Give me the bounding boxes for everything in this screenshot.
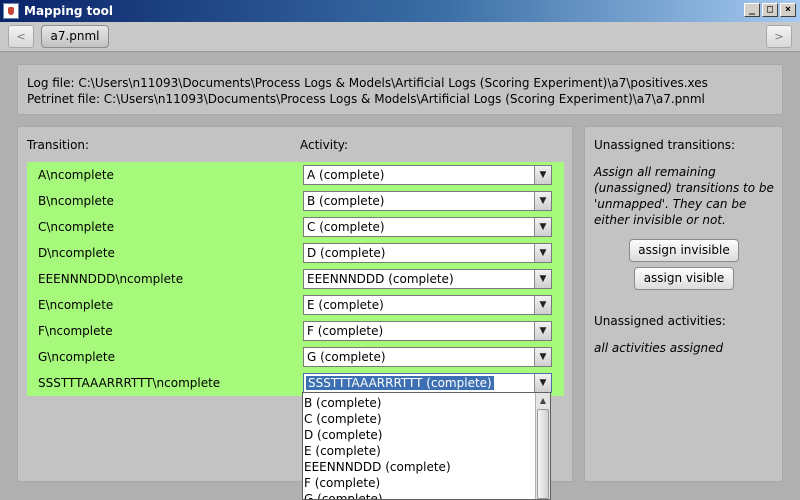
activity-select-value: G (complete)	[307, 350, 386, 364]
chevron-down-icon[interactable]: ▼	[534, 296, 551, 314]
transition-label: EEENNNDDD\ncomplete	[38, 272, 184, 286]
activity-select-value: A (complete)	[307, 168, 385, 182]
transition-label: A\ncomplete	[38, 168, 114, 182]
unassigned-transitions-header: Unassigned transitions:	[594, 138, 736, 152]
title-bar: Mapping tool _ □ ×	[0, 0, 800, 22]
activity-select-open[interactable]: SSSTTTAAARRRTTT (complete) ▼	[303, 373, 552, 393]
activity-select[interactable]: D (complete) ▼	[303, 243, 552, 263]
chevron-down-icon[interactable]: ▼	[534, 166, 551, 184]
chevron-down-icon[interactable]: ▼	[534, 218, 551, 236]
log-file-path: Log file: C:\Users\n11093\Documents\Proc…	[27, 76, 708, 90]
activity-select-value: D (complete)	[307, 246, 386, 260]
activity-select[interactable]: E (complete) ▼	[303, 295, 552, 315]
dropdown-option[interactable]: G (complete)	[304, 492, 383, 499]
activity-select-value: SSSTTTAAARRRTTT (complete)	[305, 375, 495, 391]
transition-label: G\ncomplete	[38, 350, 115, 364]
activity-select[interactable]: F (complete) ▼	[303, 321, 552, 341]
activity-select-value: C (complete)	[307, 220, 385, 234]
dropdown-option[interactable]: B (complete)	[304, 396, 381, 412]
transition-label: SSSTTTAAARRRTTT\ncomplete	[38, 376, 221, 390]
tab-a7-pnml[interactable]: a7.pnml	[41, 25, 109, 48]
minimize-button[interactable]: _	[744, 3, 760, 17]
java-app-icon	[3, 3, 19, 19]
unassigned-description: Assign all remaining (unassigned) transi…	[594, 165, 774, 227]
dropdown-scrollbar[interactable]: ▲	[535, 393, 550, 499]
activity-select[interactable]: EEENNNDDD (complete) ▼	[303, 269, 552, 289]
activity-select-value: EEENNNDDD (complete)	[307, 272, 454, 286]
chevron-down-icon[interactable]: ▼	[534, 348, 551, 366]
mapping-row: EEENNNDDD\ncomplete EEENNNDDD (complete)…	[27, 266, 564, 292]
maximize-button[interactable]: □	[762, 3, 778, 17]
chevron-down-icon[interactable]: ▼	[534, 322, 551, 340]
chevron-down-icon[interactable]: ▼	[534, 374, 551, 392]
mapping-row: C\ncomplete C (complete) ▼	[27, 214, 564, 240]
chevron-down-icon[interactable]: ▼	[534, 192, 551, 210]
next-tab-button[interactable]: >	[766, 25, 792, 48]
chevron-down-icon[interactable]: ▼	[534, 244, 551, 262]
dropdown-option[interactable]: F (complete)	[304, 476, 380, 492]
window-controls: _ □ ×	[744, 3, 796, 17]
unassigned-panel: Unassigned transitions: Assign all remai…	[584, 126, 783, 482]
petrinet-file-path: Petrinet file: C:\Users\n11093\Documents…	[27, 92, 705, 106]
dropdown-option[interactable]: E (complete)	[304, 444, 381, 460]
mapping-row: D\ncomplete D (complete) ▼	[27, 240, 564, 266]
activities-status: all activities assigned	[594, 341, 724, 355]
tab-strip: < a7.pnml >	[0, 22, 800, 52]
transition-label: B\ncomplete	[38, 194, 114, 208]
dropdown-option[interactable]: EEENNNDDD (complete)	[304, 460, 451, 476]
transition-label: D\ncomplete	[38, 246, 115, 260]
transition-label: F\ncomplete	[38, 324, 113, 338]
mapping-row: A\ncomplete A (complete) ▼	[27, 162, 564, 188]
assign-invisible-button[interactable]: assign invisible	[629, 239, 739, 262]
activity-dropdown-list: B (complete) C (complete) D (complete) E…	[302, 392, 551, 500]
transition-label: C\ncomplete	[38, 220, 115, 234]
arrow-up-icon[interactable]: ▲	[536, 393, 550, 408]
mapping-row: E\ncomplete E (complete) ▼	[27, 292, 564, 318]
prev-tab-button[interactable]: <	[8, 25, 34, 48]
unassigned-activities-header: Unassigned activities:	[594, 314, 726, 328]
activity-select[interactable]: A (complete) ▼	[303, 165, 552, 185]
dropdown-option[interactable]: D (complete)	[304, 428, 382, 444]
activity-column-header: Activity:	[300, 138, 349, 152]
close-button[interactable]: ×	[780, 3, 796, 17]
activity-select-value: F (complete)	[307, 324, 384, 338]
activity-select[interactable]: B (complete) ▼	[303, 191, 552, 211]
mapping-row: F\ncomplete F (complete) ▼	[27, 318, 564, 344]
activity-select-value: E (complete)	[307, 298, 384, 312]
file-info-panel: Log file: C:\Users\n11093\Documents\Proc…	[17, 64, 783, 115]
activity-select[interactable]: C (complete) ▼	[303, 217, 552, 237]
window-title: Mapping tool	[24, 4, 113, 18]
transition-column-header: Transition:	[27, 138, 90, 152]
mapping-row: G\ncomplete G (complete) ▼	[27, 344, 564, 370]
scrollbar-thumb[interactable]	[537, 409, 549, 499]
activity-select[interactable]: G (complete) ▼	[303, 347, 552, 367]
activity-select-value: B (complete)	[307, 194, 385, 208]
chevron-down-icon[interactable]: ▼	[534, 270, 551, 288]
assign-visible-button[interactable]: assign visible	[634, 267, 734, 290]
mapping-rows: A\ncomplete A (complete) ▼ B\ncomplete B…	[27, 162, 564, 396]
transition-label: E\ncomplete	[38, 298, 114, 312]
mapping-row: B\ncomplete B (complete) ▼	[27, 188, 564, 214]
dropdown-option[interactable]: C (complete)	[304, 412, 382, 428]
